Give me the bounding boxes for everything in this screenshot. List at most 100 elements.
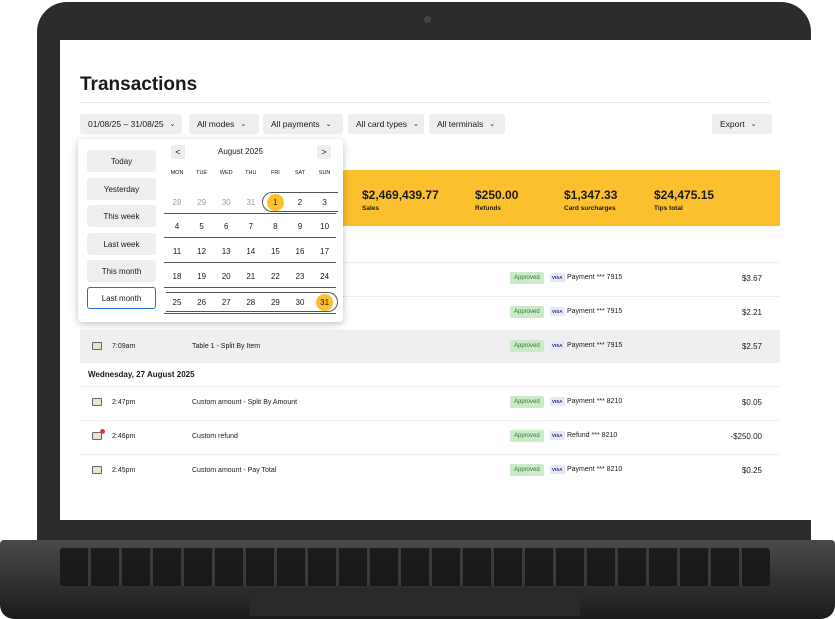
payment-ref: Payment *** 7915 [567, 274, 623, 281]
refunds-label: Refunds [475, 205, 501, 212]
date-range-label: 01/08/25 – 31/08/25 [88, 119, 164, 129]
calendar-day[interactable]: 9 [289, 217, 311, 235]
calendar-day[interactable]: 20 [215, 267, 237, 285]
table-row[interactable]: 7:09am Table 1 - Split By Item Approved … [80, 330, 780, 363]
terminals-label: All terminals [437, 119, 484, 129]
range-start-outline [262, 192, 339, 212]
calendar-day[interactable]: 22 [264, 267, 286, 285]
transaction-description: Custom amount - Pay Total [192, 467, 277, 474]
calendar-day[interactable]: 4 [166, 217, 188, 235]
divider [80, 102, 770, 103]
week-separator [164, 313, 336, 314]
calendar-day[interactable]: 18 [166, 267, 188, 285]
payments-filter[interactable]: All payments ⌄ [263, 114, 343, 134]
status-badge: Approved [510, 396, 544, 408]
amount: $0.05 [741, 398, 762, 407]
visa-icon: VISA [550, 431, 565, 440]
calendar-day[interactable]: 30 [215, 193, 237, 211]
amount: -$250.00 [730, 432, 762, 441]
payment-ref: Payment *** 7915 [567, 308, 623, 315]
calendar-day[interactable]: 16 [289, 242, 311, 260]
tips-value: $24,475.15 [654, 188, 715, 202]
visa-icon: VISA [550, 273, 565, 282]
export-label: Export [720, 119, 745, 129]
app-screen: Transactions 01/08/25 – 31/08/25 ⌄ All mo… [60, 40, 820, 520]
table-row[interactable]: 2:46pm Custom refund Approved VISA Refun… [80, 420, 780, 453]
weekday-label: FRI [270, 170, 280, 176]
chevron-down-icon: ⌄ [489, 121, 496, 128]
table-row[interactable]: 2:45pm Custom amount - Pay Total Approve… [80, 454, 780, 487]
calendar-day[interactable]: 17 [314, 242, 336, 260]
laptop-base [0, 540, 835, 619]
payment-ref: Payment *** 8210 [567, 398, 623, 405]
weekday-label: THU [245, 170, 257, 176]
amount: $2.57 [741, 342, 762, 351]
calendar-day[interactable]: 8 [264, 217, 286, 235]
next-month-button[interactable]: > [317, 145, 331, 159]
range-end-outline [166, 292, 339, 312]
calendar-day[interactable]: 21 [240, 267, 262, 285]
transaction-description: Custom amount - Split By Amount [192, 399, 298, 406]
terminal-icon [92, 466, 102, 474]
preset-yesterday[interactable]: Yesterday [87, 178, 156, 200]
payment-ref: Refund *** 8210 [567, 432, 618, 439]
calendar-day[interactable]: 24 [314, 267, 336, 285]
date-picker-popup: Today Yesterday This week Last week This… [78, 139, 343, 322]
refunds-stat: $250.00 Refunds [475, 188, 518, 212]
transaction-description: Custom refund [192, 433, 238, 440]
preset-today[interactable]: Today [87, 150, 156, 172]
calendar-day[interactable]: 12 [191, 242, 213, 260]
week-separator [164, 213, 336, 214]
calendar-day[interactable]: 11 [166, 242, 188, 260]
export-button[interactable]: Export ⌄ [712, 114, 772, 134]
calendar-day[interactable]: 6 [215, 217, 237, 235]
calendar-day[interactable]: 29 [191, 193, 213, 211]
calendar-day[interactable]: 31 [240, 193, 262, 211]
tips-stat: $24,475.15 Tips total [654, 188, 714, 212]
day-header: Wednesday, 27 August 2025 [88, 370, 195, 379]
preset-last-month[interactable]: Last month [87, 287, 156, 309]
modes-label: All modes [197, 119, 235, 129]
chevron-down-icon: ⌄ [169, 121, 176, 128]
page-title: Transactions [80, 74, 198, 95]
calendar-day[interactable]: 28 [166, 193, 188, 211]
terminals-filter[interactable]: All terminals ⌄ [429, 114, 505, 134]
calendar-day[interactable]: 23 [289, 267, 311, 285]
surcharges-label: Card surcharges [564, 205, 616, 212]
transaction-time: 7:09am [112, 343, 136, 350]
transaction-time: 2:46pm [112, 433, 136, 440]
chevron-down-icon: ⌄ [750, 121, 757, 128]
preset-this-month[interactable]: This month [87, 260, 156, 282]
status-badge: Approved [510, 272, 544, 284]
modes-filter[interactable]: All modes ⌄ [189, 114, 259, 134]
tips-label: Tips total [654, 205, 683, 212]
sales-value: $2,469,439.77 [362, 188, 439, 202]
terminal-icon [92, 398, 102, 406]
touchpad [250, 588, 580, 616]
date-range-filter[interactable]: 01/08/25 – 31/08/25 ⌄ [80, 114, 182, 134]
payment-ref: Payment *** 8210 [567, 466, 623, 473]
weekday-label: SUN [318, 170, 331, 176]
chevron-down-icon: ⌄ [240, 121, 247, 128]
weekday-label: SAT [294, 170, 306, 176]
table-row[interactable]: 2:47pm Custom amount - Split By Amount A… [80, 386, 780, 419]
weekday-label: WED [219, 170, 233, 176]
calendar-day[interactable]: 5 [191, 217, 213, 235]
calendar-day[interactable]: 7 [240, 217, 262, 235]
transaction-time: 2:45pm [112, 467, 136, 474]
preset-last-week[interactable]: Last week [87, 233, 156, 255]
calendar-day[interactable]: 15 [264, 242, 286, 260]
status-badge: Approved [510, 430, 544, 442]
calendar-day[interactable]: 10 [314, 217, 336, 235]
terminal-icon [92, 342, 102, 350]
week-separator [164, 262, 336, 263]
prev-month-button[interactable]: < [171, 145, 185, 159]
card-types-filter[interactable]: All card types ⌄ [348, 114, 424, 134]
calendar-day[interactable]: 13 [215, 242, 237, 260]
calendar-day[interactable]: 14 [240, 242, 262, 260]
preset-this-week[interactable]: This week [87, 205, 156, 227]
visa-icon: VISA [550, 465, 565, 474]
visa-icon: VISA [550, 341, 565, 350]
chevron-down-icon: ⌄ [413, 121, 419, 128]
calendar-day[interactable]: 19 [191, 267, 213, 285]
